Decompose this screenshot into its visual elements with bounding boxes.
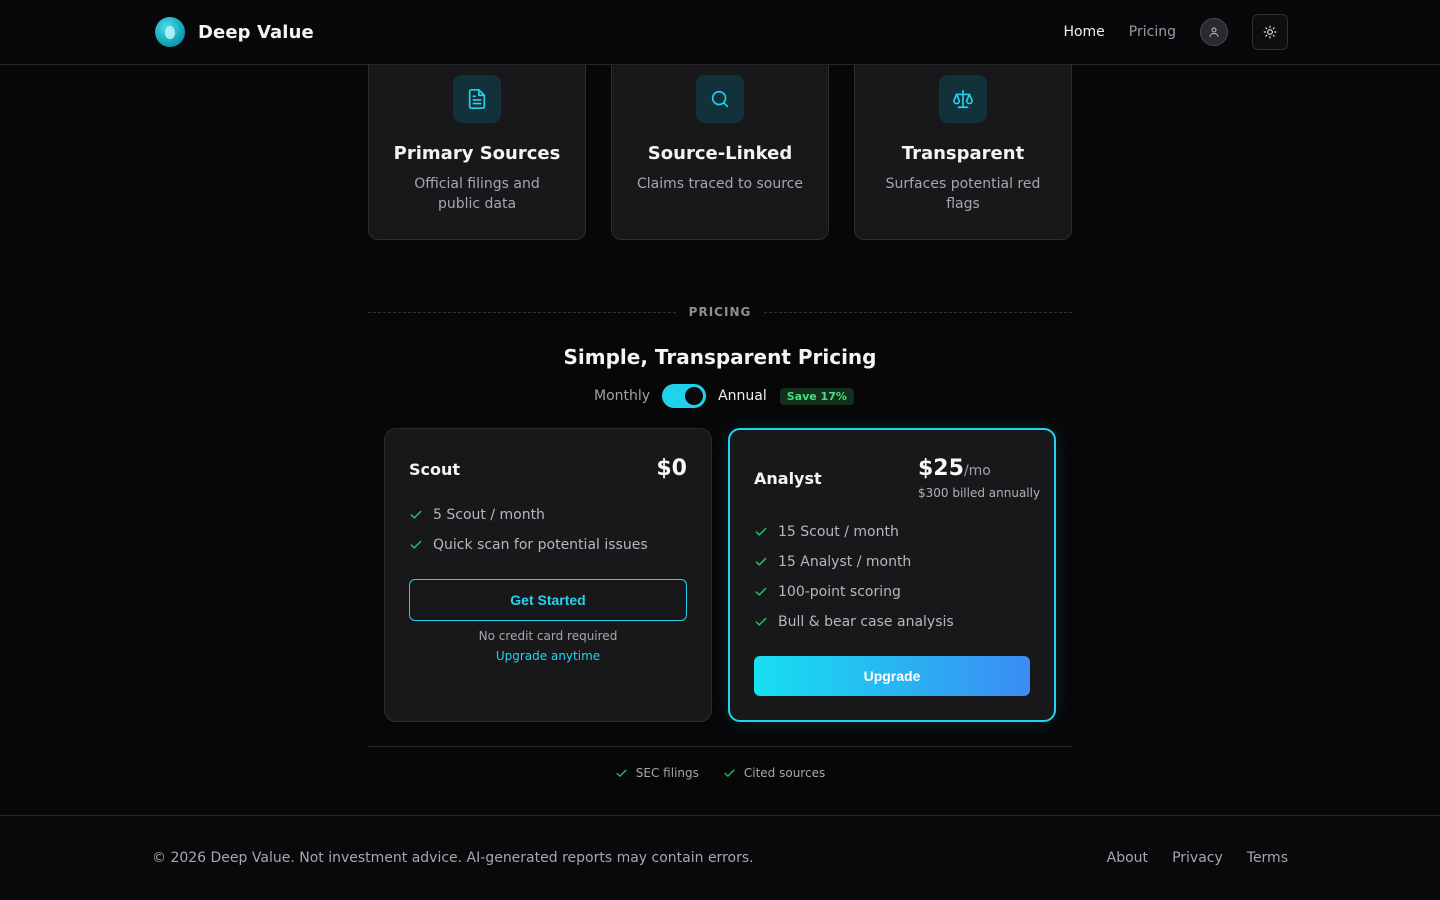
check-icon	[755, 587, 767, 596]
plan-name: Analyst	[754, 469, 822, 488]
plan-period: /mo	[963, 463, 991, 479]
trust-badges: SEC filings Cited sources	[0, 766, 1440, 780]
pricing-eyebrow: PRICING	[688, 305, 752, 319]
search-icon	[711, 90, 729, 108]
nav-pricing-link[interactable]: Pricing	[1129, 24, 1176, 40]
plan-card-analyst: Analyst $25/mo $300 billed annually 15 S…	[728, 428, 1056, 722]
plan-feature-text: 5 Scout / month	[433, 507, 545, 523]
divider-line	[368, 311, 676, 313]
section-divider	[368, 746, 1072, 747]
check-icon	[724, 769, 735, 777]
feature-title: Primary Sources	[393, 143, 561, 164]
plan-feature: 15 Scout / month	[754, 517, 954, 547]
billing-monthly-label[interactable]: Monthly	[594, 388, 650, 404]
check-icon	[755, 527, 767, 536]
billing-annual-label[interactable]: Annual	[718, 388, 767, 404]
plan-feature: Bull & bear case analysis	[754, 607, 954, 637]
plan-feature-text: Quick scan for potential issues	[433, 537, 648, 553]
plan-feature: 15 Analyst / month	[754, 547, 954, 577]
feature-icon-box	[696, 75, 744, 123]
plan-feature-text: 15 Analyst / month	[778, 554, 912, 570]
check-icon	[410, 510, 422, 519]
footer-links: About Privacy Terms	[1107, 850, 1288, 866]
plan-feature-list: 5 Scout / month Quick scan for potential…	[409, 500, 648, 560]
feature-description: Surfaces potential red flags	[885, 176, 1041, 212]
feature-title: Source-Linked	[647, 143, 793, 164]
feature-card-source-linked: Source-Linked Claims traced to source	[611, 40, 829, 240]
save-badge: Save 17%	[779, 387, 854, 405]
trust-item: Cited sources	[723, 766, 825, 780]
feature-card-transparent: Transparent Surfaces potential red flags	[854, 40, 1072, 240]
plan-feature-text: 100-point scoring	[778, 584, 901, 600]
upgrade-button[interactable]: Upgrade	[754, 656, 1030, 696]
divider-line	[764, 311, 1073, 313]
plan-card-scout: Scout $0 5 Scout / month Quick scan for …	[384, 428, 712, 722]
toggle-knob	[685, 387, 704, 405]
plan-feature: Quick scan for potential issues	[409, 530, 648, 560]
footer-link-terms[interactable]: Terms	[1247, 850, 1288, 866]
trust-item: SEC filings	[615, 766, 699, 780]
plan-feature-text: Bull & bear case analysis	[778, 614, 954, 630]
plan-price: $25	[918, 456, 964, 481]
plan-feature: 100-point scoring	[754, 577, 954, 607]
plan-name: Scout	[409, 460, 461, 479]
get-started-button[interactable]: Get Started	[409, 579, 687, 621]
check-icon	[755, 557, 767, 566]
plan-billed-note: $300 billed annually	[918, 486, 1041, 500]
footer-link-privacy[interactable]: Privacy	[1172, 850, 1223, 866]
feature-icon-box	[939, 75, 987, 123]
main-nav: Home Pricing	[1063, 14, 1288, 50]
nav-home-link[interactable]: Home	[1063, 24, 1104, 40]
check-icon	[755, 617, 767, 626]
sun-icon	[1263, 25, 1277, 39]
site-header: Deep Value Home Pricing	[0, 0, 1440, 65]
pricing-divider: PRICING	[368, 302, 1073, 322]
scale-icon	[953, 89, 973, 109]
footer-link-about[interactable]: About	[1107, 850, 1148, 866]
feature-description: Official filings and public data	[414, 176, 540, 212]
site-footer: © 2026 Deep Value. Not investment advice…	[0, 815, 1440, 900]
check-icon	[616, 769, 627, 777]
plan-feature: 5 Scout / month	[409, 500, 648, 530]
logo-icon	[155, 17, 185, 47]
feature-description: Claims traced to source	[637, 176, 803, 192]
feature-card-primary-sources: Primary Sources Official filings and pub…	[368, 40, 586, 240]
feature-title: Transparent	[901, 143, 1025, 164]
billing-toggle[interactable]	[662, 384, 707, 408]
pricing-title: Simple, Transparent Pricing	[563, 345, 877, 369]
account-button[interactable]	[1200, 18, 1228, 46]
no-credit-card-note: No credit card required	[478, 629, 618, 643]
plan-price-group: $25/mo	[918, 456, 991, 481]
feature-icon-box	[453, 75, 501, 123]
document-icon	[468, 89, 486, 109]
check-icon	[410, 540, 422, 549]
brand-name: Deep Value	[198, 21, 314, 43]
trust-item-label: SEC filings	[635, 766, 699, 780]
brand[interactable]: Deep Value	[155, 17, 314, 47]
theme-toggle-button[interactable]	[1252, 14, 1288, 50]
billing-period-switch: Monthly Annual Save 17%	[594, 384, 854, 408]
upgrade-anytime-link[interactable]: Upgrade anytime	[385, 649, 711, 663]
user-icon	[1209, 27, 1219, 37]
copyright-text: © 2026 Deep Value. Not investment advice…	[152, 850, 754, 866]
plan-feature-text: 15 Scout / month	[778, 524, 899, 540]
trust-item-label: Cited sources	[743, 766, 826, 780]
plan-price: $0	[656, 456, 687, 481]
features-row: Primary Sources Official filings and pub…	[368, 40, 1072, 240]
plan-feature-list: 15 Scout / month 15 Analyst / month 100-…	[754, 517, 954, 637]
